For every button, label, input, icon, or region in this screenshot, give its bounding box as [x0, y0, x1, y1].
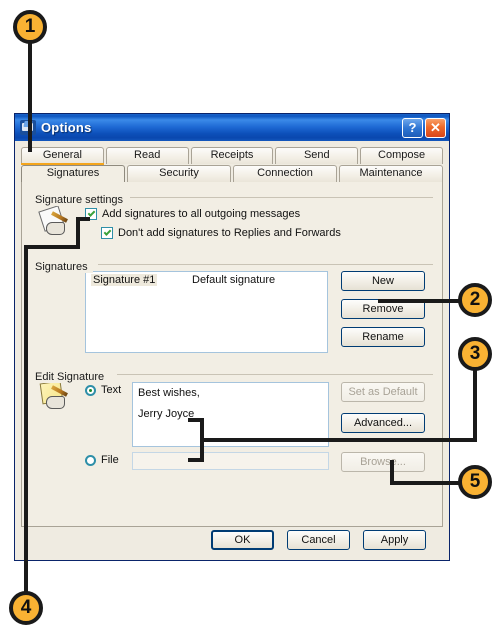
checkmark-icon[interactable] — [101, 227, 113, 239]
signature-text-line-1: Best wishes, — [138, 387, 200, 399]
radio-text-label: Text — [101, 384, 122, 396]
browse-button[interactable]: Browse... — [341, 452, 425, 472]
callout-marker-4: 4 — [9, 591, 43, 625]
tab-compose[interactable]: Compose — [360, 147, 443, 164]
tab-send[interactable]: Send — [275, 147, 359, 164]
screenshot-page: Options ? ✕ General Read Receipts Send C… — [0, 0, 500, 641]
rename-button[interactable]: Rename — [341, 327, 425, 347]
radio-file-label: File — [101, 454, 119, 466]
callout-marker-2: 2 — [458, 283, 492, 317]
set-as-default-button[interactable]: Set as Default — [341, 382, 425, 402]
options-dialog-window: Options ? ✕ General Read Receipts Send C… — [14, 113, 450, 561]
advanced-button[interactable]: Advanced... — [341, 413, 425, 433]
ok-button[interactable]: OK — [211, 530, 274, 550]
callout-marker-1: 1 — [13, 10, 47, 44]
tab-receipts[interactable]: Receipts — [190, 147, 274, 164]
signatures-tab-panel: Signature settings Add signatures to all… — [21, 182, 443, 527]
callout-3-bracket-spine — [200, 418, 204, 462]
radio-unselected-icon[interactable] — [85, 454, 96, 466]
callout-5-leader-vert — [390, 460, 394, 483]
signature-text-line-2: Jerry Joyce — [138, 408, 195, 420]
new-button[interactable]: New — [341, 271, 425, 291]
signature-default-status: Default signature — [192, 274, 276, 286]
group-rule — [117, 374, 433, 375]
tab-row-1: General Read Receipts Send Compose — [21, 147, 443, 165]
list-item[interactable]: Signature #1 Default signature — [86, 272, 327, 288]
callout-4-leader-elbow — [24, 245, 66, 249]
signature-file-input[interactable] — [132, 452, 329, 470]
tab-security[interactable]: Security — [127, 165, 231, 182]
callout-4-leader-vert — [24, 245, 28, 593]
group-rule — [98, 264, 433, 265]
tab-strip: General Read Receipts Send Compose Signa… — [15, 141, 449, 182]
group-rule — [130, 197, 433, 198]
tab-general[interactable]: General — [21, 147, 104, 165]
checkbox-no-replies-forwards-label: Don't add signatures to Replies and Forw… — [118, 227, 341, 239]
signature-settings-group-label: Signature settings — [35, 194, 129, 206]
signatures-listbox[interactable]: Signature #1 Default signature — [85, 271, 328, 353]
checkbox-no-replies-forwards[interactable]: Don't add signatures to Replies and Forw… — [101, 227, 341, 239]
signature-settings-group: Signature settings — [35, 190, 433, 208]
radio-text[interactable]: Text — [85, 384, 121, 396]
edit-signature-icon — [39, 380, 70, 410]
callout-4-bracket-spine — [76, 217, 80, 249]
callout-3-leader-horiz — [200, 438, 477, 442]
tab-row-2: Signatures Security Connection Maintenan… — [21, 165, 443, 182]
callout-3-bracket-bottom — [188, 458, 204, 462]
callout-5-leader-horiz — [390, 481, 462, 485]
callout-3-leader-vert — [473, 370, 477, 442]
dialog-title: Options — [41, 120, 92, 135]
callout-marker-3: 3 — [458, 337, 492, 371]
signature-pad-icon — [38, 205, 70, 236]
tab-read[interactable]: Read — [105, 147, 189, 164]
tab-maintenance[interactable]: Maintenance — [339, 165, 443, 182]
tab-connection[interactable]: Connection — [233, 165, 337, 182]
callout-1-leader — [28, 36, 32, 152]
signature-name: Signature #1 — [91, 274, 158, 286]
callout-2-leader — [378, 299, 460, 303]
help-button[interactable]: ? — [402, 117, 423, 138]
signatures-group-label: Signatures — [35, 261, 93, 273]
close-button[interactable]: ✕ — [425, 117, 446, 138]
callout-4-bracket-arm — [76, 217, 90, 221]
edit-signature-group-label: Edit Signature — [35, 371, 110, 383]
radio-file[interactable]: File — [85, 454, 119, 466]
apply-button[interactable]: Apply — [363, 530, 426, 550]
tab-signatures[interactable]: Signatures — [21, 165, 125, 182]
dialog-footer: OK Cancel Apply — [15, 518, 449, 560]
checkbox-add-signatures-all[interactable]: Add signatures to all outgoing messages — [85, 208, 300, 220]
dialog-titlebar: Options ? ✕ — [15, 114, 449, 141]
callout-marker-5: 5 — [458, 465, 492, 499]
cancel-button[interactable]: Cancel — [287, 530, 350, 550]
callout-3-bracket-top — [188, 418, 204, 422]
checkbox-add-signatures-all-label: Add signatures to all outgoing messages — [102, 208, 301, 220]
radio-selected-icon[interactable] — [85, 384, 96, 396]
